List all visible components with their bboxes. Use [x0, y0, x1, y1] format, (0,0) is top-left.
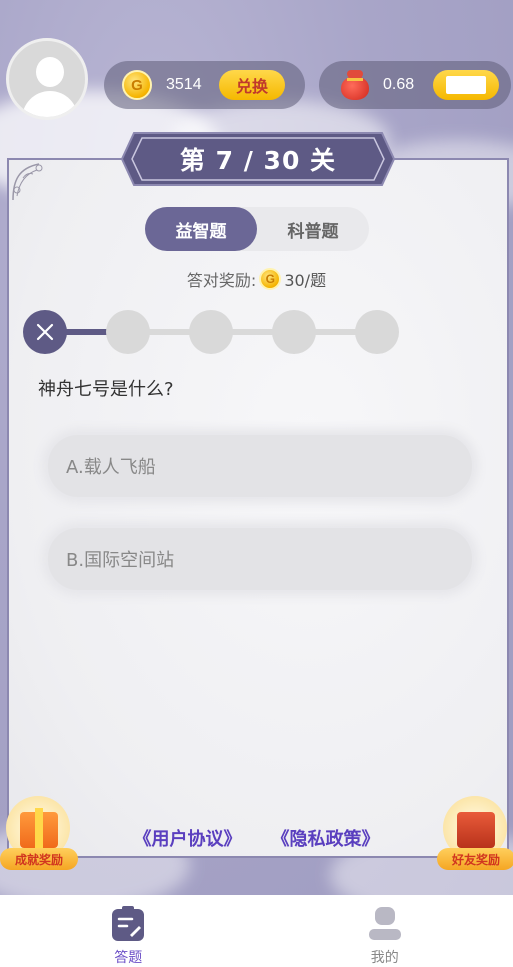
progress-dot-wrong	[23, 310, 67, 354]
progress-dot	[106, 310, 150, 354]
money-bag-icon	[339, 70, 371, 100]
nav-label-mine: 我的	[370, 950, 399, 966]
close-icon	[36, 323, 54, 341]
red-packet-balance: 0.68	[383, 76, 415, 93]
progress-dot	[272, 310, 316, 354]
user-avatar[interactable]	[6, 38, 88, 120]
answer-reward: 答对奖励: G 30/题	[0, 266, 513, 292]
privacy-policy-link[interactable]: 《隐私政策》	[272, 825, 380, 851]
category-tabs: 益智题 科普题	[145, 207, 369, 251]
quiz-clipboard-icon	[112, 906, 145, 941]
gold-coin-icon: G	[122, 70, 152, 100]
exchange-button[interactable]: 兑换	[219, 70, 285, 100]
nav-item-quiz[interactable]: 答题	[0, 895, 257, 967]
reward-amount: 30/题	[284, 271, 327, 290]
treasure-chest-icon	[457, 812, 495, 848]
corner-ornament-icon	[12, 163, 43, 201]
progress-dot	[189, 310, 233, 354]
quiz-card	[7, 158, 509, 858]
answer-option-a[interactable]: A.载人飞船	[48, 435, 472, 497]
question-text: 神舟七号是什么?	[38, 379, 174, 400]
achievement-reward-button[interactable]: 成就奖励	[0, 796, 78, 874]
question-progress	[23, 310, 403, 356]
bottom-nav: 答题 我的	[0, 895, 513, 967]
coin-balance: 3514	[166, 76, 202, 93]
user-profile-icon	[368, 907, 401, 940]
nav-label-quiz: 答题	[114, 950, 143, 966]
user-agreement-link[interactable]: 《用户协议》	[134, 825, 242, 851]
nav-item-mine[interactable]: 我的	[257, 895, 513, 967]
answer-option-b[interactable]: B.国际空间站	[48, 528, 472, 590]
tab-science[interactable]: 科普题	[257, 207, 369, 251]
coin-balance-pill: G 3514 兑换	[104, 61, 305, 109]
gold-coin-icon: G	[259, 268, 282, 290]
achievement-reward-label: 成就奖励	[0, 848, 78, 870]
friend-reward-label: 好友奖励	[437, 848, 513, 870]
level-title: 第 7 / 30 关	[179, 146, 337, 175]
friend-reward-button[interactable]: 好友奖励	[437, 796, 513, 874]
tab-puzzle[interactable]: 益智题	[145, 207, 257, 251]
reward-prefix: 答对奖励:	[186, 271, 257, 290]
progress-dot	[355, 310, 399, 354]
red-packet-pill: 0.68	[319, 61, 511, 109]
withdraw-button[interactable]	[433, 70, 499, 100]
